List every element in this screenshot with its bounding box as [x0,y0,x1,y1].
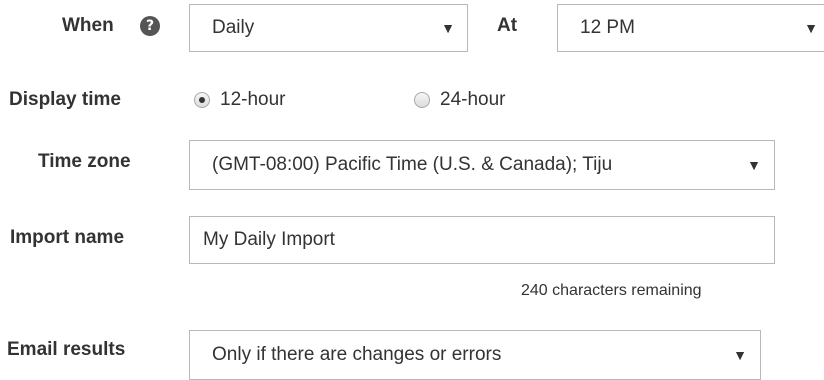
import-name-input[interactable]: My Daily Import [189,216,775,264]
display-time-label: Display time [9,89,121,110]
radio-12-hour[interactable]: 12-hour [194,88,286,112]
at-select-value: 12 PM [580,17,635,38]
chevron-down-icon: ▼ [747,157,761,173]
import-name-input-value: My Daily Import [203,229,335,250]
time-zone-select-value: (GMT-08:00) Pacific Time (U.S. & Canada)… [212,154,613,175]
radio-24-hour-control[interactable] [414,92,430,108]
radio-24-hour[interactable]: 24-hour [414,88,506,112]
email-results-select[interactable]: Only if there are changes or errors ▼ [189,330,761,380]
chevron-down-icon: ▼ [733,347,747,363]
when-select-value: Daily [212,17,255,38]
radio-12-hour-label[interactable]: 12-hour [220,88,286,112]
radio-24-hour-label[interactable]: 24-hour [440,88,506,112]
chevron-down-icon: ▼ [804,20,818,36]
when-label: When [62,15,114,36]
at-label: At [497,15,518,36]
when-select[interactable]: Daily ▼ [189,4,468,52]
time-zone-select[interactable]: (GMT-08:00) Pacific Time (U.S. & Canada)… [189,140,775,190]
time-zone-label: Time zone [38,151,131,172]
email-results-label: Email results [7,339,126,360]
email-results-select-value: Only if there are changes or errors [212,344,502,365]
at-select[interactable]: 12 PM ▼ [557,4,824,52]
import-name-label: Import name [10,227,125,248]
chevron-down-icon: ▼ [441,20,455,36]
radio-12-hour-control[interactable] [194,92,210,108]
question-circle-icon[interactable]: ? [140,16,160,36]
characters-remaining-text: 240 characters remaining [521,282,702,299]
